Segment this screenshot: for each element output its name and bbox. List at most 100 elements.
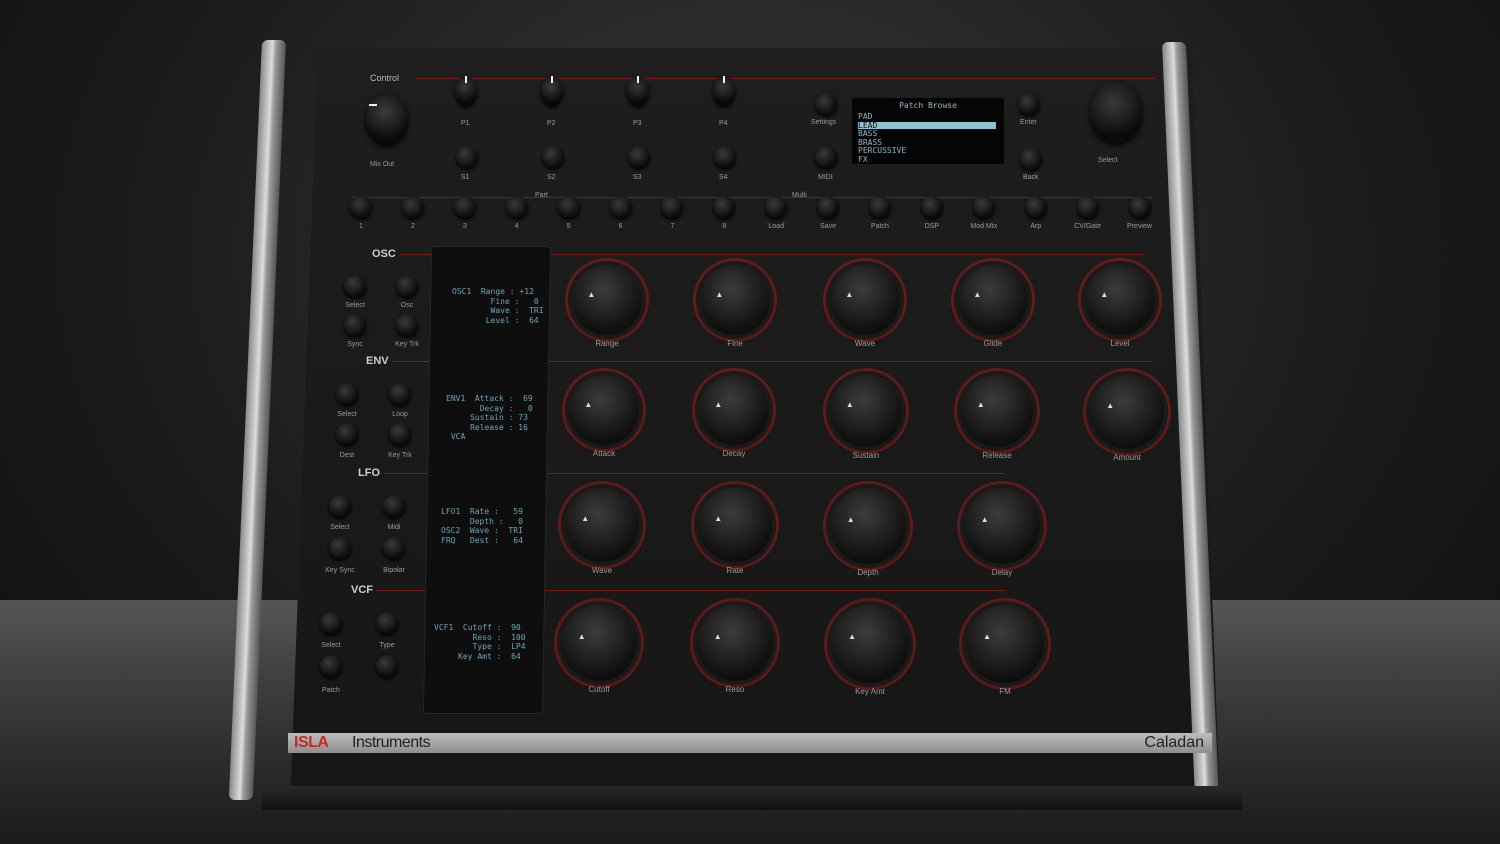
vcf-button-label: Type (379, 642, 395, 649)
part-button[interactable] (1024, 196, 1047, 218)
knob-indicator-icon: ▲ (983, 632, 992, 642)
part-button[interactable] (1076, 196, 1099, 218)
part-button[interactable] (453, 196, 476, 218)
osc-fine-knob[interactable]: ▲ (700, 265, 770, 335)
part-button[interactable] (557, 196, 580, 218)
vcf-key-amt-knob[interactable]: ▲ (831, 605, 909, 683)
vcf-button[interactable] (320, 612, 342, 634)
lfo-depth-knob[interactable]: ▲ (830, 488, 906, 564)
lfo-delay-knob[interactable]: ▲ (964, 488, 1040, 564)
midi-button[interactable] (815, 146, 837, 168)
s1-button[interactable] (456, 146, 478, 168)
top-divider (415, 78, 1155, 79)
lfo-button[interactable] (383, 495, 405, 517)
part-button-label: 2 (410, 223, 415, 230)
env-release-knob[interactable]: ▲ (961, 375, 1033, 447)
part-button-label: 1 (359, 223, 363, 230)
vcf-reso-knob[interactable]: ▲ (697, 605, 773, 681)
env-button[interactable] (389, 423, 411, 445)
knob-indicator-icon: ▲ (845, 400, 854, 410)
lfo-button[interactable] (329, 537, 351, 559)
env-button-label: Key Trk (388, 452, 412, 459)
env-sustain-knob[interactable]: ▲ (830, 375, 902, 447)
s2-button[interactable] (542, 146, 564, 168)
lfo-wave-knob[interactable]: ▲ (565, 488, 639, 562)
vcf-cutoff-knob[interactable]: ▲ (561, 605, 637, 681)
lcd-lfo-readout: LFO1 Rate : 59 Depth : 0 OSC2 Wave : TRI… (441, 507, 523, 545)
back-button[interactable] (1020, 148, 1042, 170)
vcf-button[interactable] (320, 655, 342, 677)
env-button[interactable] (336, 383, 358, 405)
knob-indicator-icon: ▲ (714, 399, 723, 409)
part-button-label: Preview (1127, 223, 1152, 230)
osc-knob-label: Wave (854, 339, 876, 348)
mix-out-knob[interactable] (366, 94, 408, 144)
settings-button[interactable] (815, 93, 837, 115)
osc-level-knob[interactable]: ▲ (1085, 265, 1155, 335)
env-attack-knob[interactable]: ▲ (569, 375, 639, 445)
osc-wave-knob[interactable]: ▲ (830, 265, 900, 335)
lfo-knob-label: Wave (591, 566, 613, 575)
env-knob-label: Attack (592, 449, 616, 458)
knob-indicator-icon: ▲ (1106, 400, 1115, 410)
s3-button[interactable] (628, 146, 650, 168)
part-button[interactable] (817, 196, 840, 218)
knob-indicator-icon: ▲ (973, 289, 982, 299)
browser-item[interactable]: FX (858, 155, 868, 165)
lfo-button[interactable] (329, 495, 351, 517)
osc-button[interactable] (344, 275, 366, 297)
part-button[interactable] (609, 196, 632, 218)
p2-label: P2 (547, 120, 556, 127)
part-button[interactable] (401, 196, 424, 218)
knob-indicator-icon: ▲ (587, 289, 596, 299)
env-button[interactable] (336, 423, 358, 445)
vcf-button[interactable] (376, 655, 398, 677)
p3-knob[interactable] (627, 76, 649, 106)
p2-knob[interactable] (541, 76, 563, 106)
env-button-label: Select (337, 411, 357, 418)
vcf-button[interactable] (376, 612, 398, 634)
knob-indicator-icon: ▲ (581, 513, 590, 523)
s2-label: S2 (547, 174, 556, 181)
select-encoder[interactable] (1090, 82, 1142, 142)
osc-button[interactable] (344, 314, 366, 336)
lfo-button-label: Select (330, 524, 350, 531)
part-button[interactable] (920, 196, 943, 218)
osc-button[interactable] (396, 314, 418, 336)
enter-button[interactable] (1018, 93, 1040, 115)
env-button[interactable] (389, 383, 411, 405)
lfo-knob-label: Delay (991, 568, 1013, 577)
knob-indicator-icon: ▲ (846, 514, 855, 524)
bottom-edge (262, 786, 1242, 810)
part-button[interactable] (1128, 196, 1151, 218)
part-button[interactable] (972, 196, 995, 218)
vcf-title: VCF (351, 584, 373, 596)
p1-knob[interactable] (455, 76, 477, 106)
env-decay-knob[interactable]: ▲ (699, 375, 769, 445)
vcf-fm-knob[interactable]: ▲ (966, 605, 1044, 683)
part-button-label: Save (820, 223, 837, 230)
brand-logo-mark: ISLA (294, 734, 329, 751)
midi-label: MIDI (818, 174, 833, 181)
lfo-button-label: Bipolar (383, 567, 405, 574)
select-label: Select (1098, 157, 1118, 164)
osc-range-knob[interactable]: ▲ (572, 265, 642, 335)
osc-button[interactable] (396, 275, 418, 297)
vcf-knob-label: FM (999, 687, 1011, 696)
knob-indicator-icon: ▲ (845, 289, 854, 299)
vcf-knob-label: Reso (725, 685, 745, 694)
part-button[interactable] (869, 196, 891, 218)
lfo-button[interactable] (383, 537, 405, 559)
p4-knob[interactable] (713, 76, 735, 106)
branding-strip: ISLA Instruments Caladan (288, 733, 1212, 753)
lfo-button-label: Midi (387, 524, 401, 531)
s4-button[interactable] (714, 146, 736, 168)
part-button[interactable] (350, 196, 372, 218)
lfo-rate-knob[interactable]: ▲ (698, 488, 772, 562)
osc-glide-knob[interactable]: ▲ (958, 265, 1028, 335)
part-button-label: 3 (462, 223, 467, 230)
osc-knob-label: Range (595, 339, 619, 348)
env-amount-knob[interactable]: ▲ (1090, 375, 1164, 449)
part-button[interactable] (505, 196, 528, 218)
osc-knob-label: Fine (727, 339, 743, 348)
